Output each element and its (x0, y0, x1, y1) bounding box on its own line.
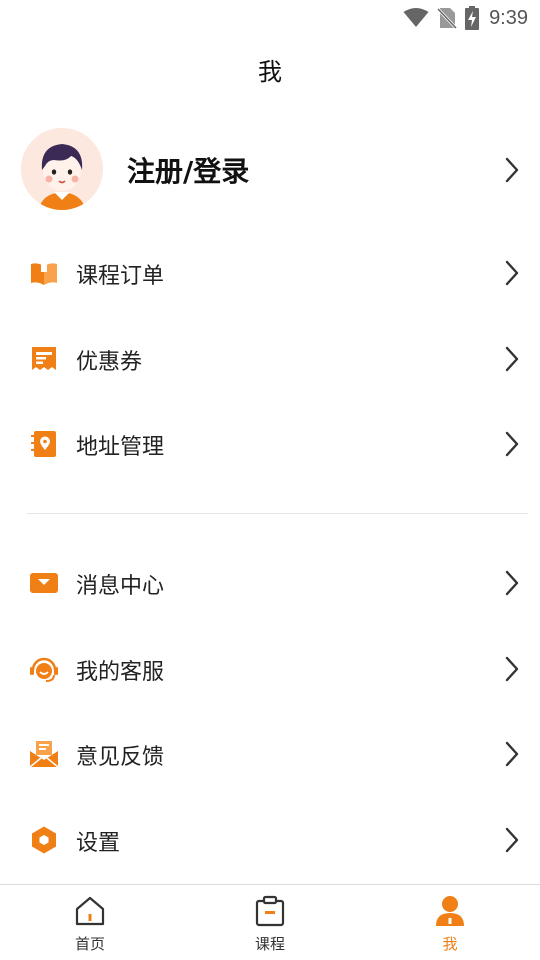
menu-label-customer-service: 我的客服 (76, 660, 165, 685)
menu-label-feedback: 意见反馈 (76, 745, 165, 770)
address-book-icon (31, 431, 56, 457)
chevron-right-icon (505, 431, 519, 457)
chevron-right-icon (505, 656, 519, 682)
tab-courses[interactable]: 课程 (180, 885, 360, 960)
tab-me[interactable]: 我 (360, 885, 540, 960)
menu-item-feedback[interactable]: 意见反馈 (0, 724, 540, 784)
menu-item-coupons[interactable]: 优惠券 (0, 329, 540, 389)
menu-label-settings: 设置 (76, 831, 121, 856)
tab-label-me: 我 (442, 935, 458, 953)
tab-label-courses: 课程 (254, 935, 285, 953)
chevron-right-icon (505, 346, 519, 372)
login-register-label[interactable]: 注册/登录 (127, 150, 249, 190)
menu-label-message-center: 消息中心 (76, 574, 165, 599)
home-icon (75, 896, 105, 926)
menu-item-address-management[interactable]: 地址管理 (0, 414, 540, 474)
coupon-icon (32, 347, 56, 370)
clipboard-icon (255, 895, 285, 927)
tab-home[interactable]: 首页 (0, 885, 180, 960)
bottom-tab-bar: 首页 课程 我 (0, 884, 540, 960)
chevron-right-icon (505, 827, 519, 853)
hexagon-settings-icon (32, 826, 56, 854)
person-icon (436, 896, 464, 926)
menu-label-course-orders: 课程订单 (76, 264, 165, 289)
chevron-right-icon (505, 260, 519, 286)
headset-icon (30, 657, 58, 682)
envelope-icon (30, 573, 58, 593)
tab-label-home: 首页 (74, 935, 105, 953)
menu-item-settings[interactable]: 设置 (0, 810, 540, 870)
chevron-right-icon (505, 570, 519, 596)
battery-charging-icon (465, 6, 480, 30)
profile-login-row[interactable]: 注册/登录 (0, 128, 540, 212)
avatar-illustration (21, 128, 103, 210)
menu-item-message-center[interactable]: 消息中心 (0, 553, 540, 613)
status-time: 9:39 (489, 6, 528, 29)
status-bar: 9:39 (0, 0, 540, 36)
page-title: 我 (258, 58, 282, 86)
menu-label-address-management: 地址管理 (76, 435, 165, 460)
feedback-mail-icon (30, 741, 58, 768)
menu-item-course-orders[interactable]: 课程订单 (0, 243, 540, 303)
menu-label-coupons: 优惠券 (76, 350, 143, 375)
no-sim-icon (437, 7, 458, 29)
status-icons: 9:39 (403, 6, 528, 30)
chevron-right-icon (505, 741, 519, 767)
section-divider (27, 513, 528, 514)
wifi-icon (403, 8, 429, 27)
avatar[interactable] (21, 128, 103, 210)
book-icon (31, 262, 57, 285)
chevron-right-icon (505, 157, 519, 183)
menu-item-customer-service[interactable]: 我的客服 (0, 639, 540, 699)
